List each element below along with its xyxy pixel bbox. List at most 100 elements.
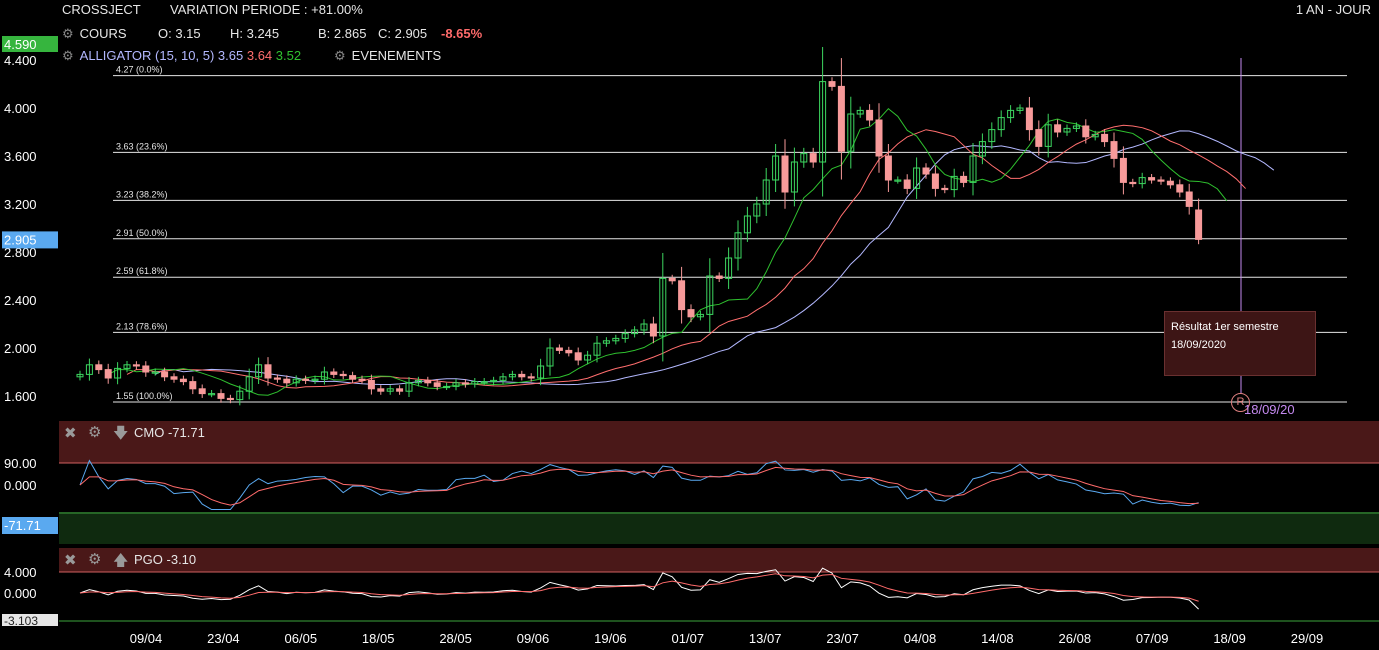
ticker-name: CROSSJECT — [62, 2, 141, 17]
candle-body — [1166, 180, 1174, 186]
candle-body — [1110, 141, 1118, 159]
alligator-lips-value: 3.52 — [275, 48, 302, 63]
close-icon[interactable]: ✖ — [64, 424, 77, 442]
candle-body — [170, 376, 178, 380]
pgo-last-tag-text: -3.103 — [4, 614, 38, 628]
candle-body — [941, 187, 949, 191]
candle-body — [715, 275, 723, 279]
candle-body — [349, 375, 357, 380]
pgo-signal-line — [79, 573, 1199, 602]
candle-body — [678, 280, 686, 311]
x-axis-tick: 26/08 — [1059, 631, 1092, 646]
candle-body — [828, 81, 836, 87]
candle-body — [781, 155, 789, 193]
gear-icon[interactable]: ⚙ — [334, 48, 346, 63]
open-value: O: 3.15 — [158, 26, 201, 41]
arrow-down-icon[interactable]: 🡇 — [113, 423, 128, 448]
price-tick: 4.400 — [4, 53, 37, 68]
x-axis-tick: 04/08 — [904, 631, 937, 646]
alligator-jaw-line — [154, 130, 1275, 386]
cours-label: COURS — [79, 26, 127, 41]
gear-icon[interactable]: ⚙ — [88, 423, 101, 441]
candle-body — [302, 378, 310, 381]
price-tick: 1.600 — [4, 389, 37, 404]
fib-label: 4.27 (0.0%) — [116, 65, 163, 75]
pgo-label: PGO -3.10 — [134, 552, 197, 567]
events-label: EVENEMENTS — [351, 48, 442, 63]
candle-body — [132, 364, 140, 367]
candle-body — [649, 323, 657, 337]
high-value: H: 3.245 — [230, 26, 280, 41]
candle-body — [866, 109, 874, 121]
price-tick: 2.000 — [4, 341, 37, 356]
x-axis-tick: 06/05 — [285, 631, 318, 646]
candle-body — [95, 364, 103, 371]
candle-body — [226, 397, 234, 401]
candle-body — [875, 119, 883, 157]
candle-body — [1185, 191, 1193, 207]
candle-body — [273, 377, 281, 380]
candle-body — [1082, 125, 1090, 138]
candle-body — [809, 153, 817, 163]
close-value: C: 2.905 — [378, 26, 428, 41]
period-selector[interactable]: 1 AN - JOUR — [1296, 2, 1371, 17]
x-axis-tick: 07/09 — [1136, 631, 1169, 646]
x-axis-tick: 18/05 — [362, 631, 395, 646]
pgo-tick: 0.000 — [4, 586, 37, 601]
candle-body — [217, 393, 225, 399]
cmo-line — [79, 459, 1199, 510]
cours-row: ⚙ COURS — [62, 26, 127, 42]
cmo-tick: 0.000 — [4, 478, 37, 493]
candle-body — [367, 379, 375, 390]
cmo-oversold-band — [59, 512, 1379, 544]
candle-body — [264, 364, 272, 379]
cmo-last-tag-text: -71.71 — [4, 518, 41, 533]
event-title: Résultat 1er semestre — [1171, 321, 1279, 333]
alligator-lips-line — [107, 108, 1228, 396]
x-axis-tick: 09/04 — [130, 631, 163, 646]
fib-label: 3.23 (38.2%) — [116, 189, 168, 199]
candle-body — [142, 365, 150, 373]
x-axis-tick: 19/06 — [594, 631, 627, 646]
candle-body — [1148, 177, 1156, 181]
alligator-teeth-line — [126, 124, 1246, 389]
candle-body — [931, 173, 939, 189]
period-variation: VARIATION PERIODE : +81.00% — [170, 2, 363, 17]
candle-body — [161, 371, 169, 378]
fib-label: 2.13 (78.6%) — [116, 321, 168, 331]
candle-body — [555, 347, 563, 351]
x-axis-tick: 13/07 — [749, 631, 782, 646]
candle-body — [377, 388, 385, 392]
candle-body — [461, 382, 469, 385]
pgo-tick: 4.000 — [4, 565, 37, 580]
candle-body — [1176, 184, 1184, 193]
x-axis-tick: 23/04 — [207, 631, 240, 646]
gear-icon[interactable]: ⚙ — [62, 48, 74, 63]
cmo-label: CMO -71.71 — [134, 425, 205, 440]
cmo-tick: 90.00 — [4, 456, 37, 471]
gear-icon[interactable]: ⚙ — [62, 26, 74, 41]
candle-body — [1054, 124, 1062, 133]
gear-icon[interactable]: ⚙ — [88, 550, 101, 568]
candle-body — [283, 378, 291, 384]
candle-body — [903, 179, 911, 189]
candle-body — [884, 155, 892, 181]
candle-body — [179, 378, 187, 383]
close-icon[interactable]: ✖ — [64, 551, 77, 569]
x-axis-tick: 23/07 — [826, 631, 859, 646]
candle-body — [668, 277, 676, 282]
change-percent: -8.65% — [441, 26, 483, 41]
arrow-up-icon[interactable]: 🡅 — [113, 550, 128, 575]
fib-label: 1.55 (100.0%) — [116, 391, 173, 401]
candle-body — [330, 371, 338, 375]
fib-label: 2.91 (50.0%) — [116, 228, 168, 238]
fib-label: 3.63 (23.6%) — [116, 141, 168, 151]
event-date: 18/09/2020 — [1171, 339, 1227, 351]
low-value: B: 2.865 — [318, 26, 367, 41]
candle-body — [1025, 107, 1033, 131]
alligator-teeth-value: 3.64 — [246, 48, 273, 63]
candle-body — [922, 167, 930, 175]
price-tick: 3.200 — [4, 197, 37, 212]
alligator-jaw-value: 3.65 — [217, 48, 244, 63]
price-tick: 3.600 — [4, 149, 37, 164]
